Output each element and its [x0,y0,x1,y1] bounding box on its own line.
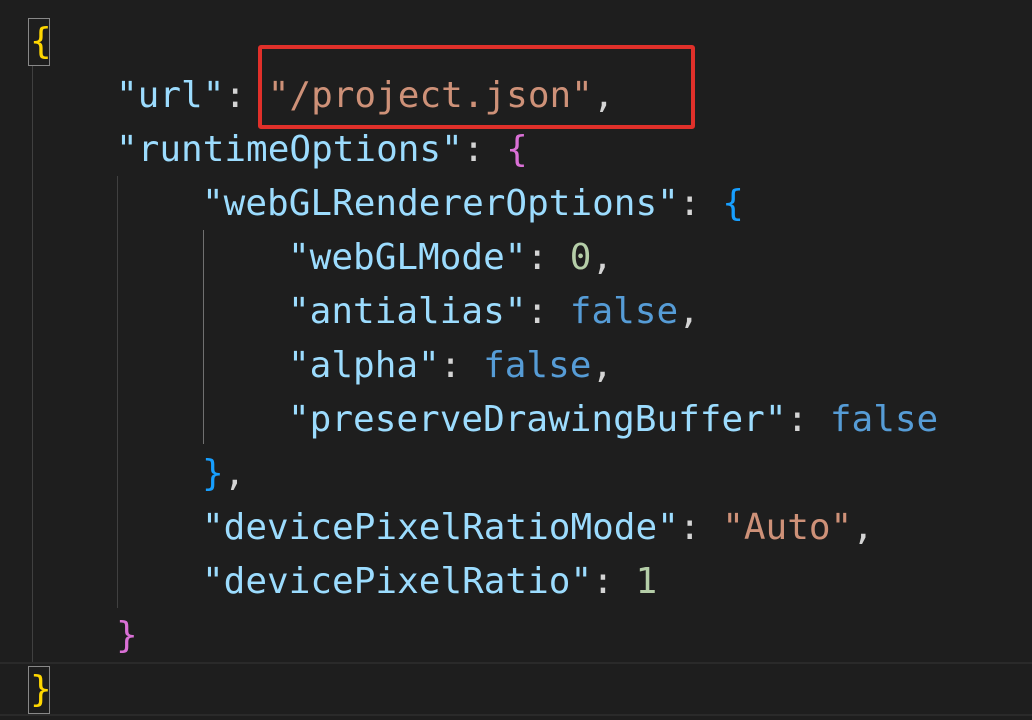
comma: , [591,345,614,386]
code-line-10[interactable]: "devicePixelRatioMode": "Auto", [202,501,874,555]
code-line-9[interactable]: }, [202,447,245,501]
webgl-renderer-options-open-brace: { [722,183,744,224]
runtime-options-open-brace: { [506,129,528,170]
comma: , [852,507,874,548]
preserve-drawing-buffer-key: "preserveDrawingBuffer" [288,399,787,440]
device-pixel-ratio-value: 1 [635,561,658,602]
colon: : [592,561,636,602]
webgl-mode-value: 0 [569,237,592,278]
preserve-drawing-buffer-value: false [829,399,939,440]
current-line-highlight [0,662,1032,716]
code-line-6[interactable]: "antialias": false, [288,285,700,339]
colon: : [678,507,723,548]
webgl-mode-key: "webGLMode" [288,237,527,278]
webgl-renderer-options-key: "webGLRendererOptions" [202,183,679,224]
root-open-brace: { [30,21,52,62]
code-line-5[interactable]: "webGLMode": 0, [288,231,613,285]
runtime-options-key: "runtimeOptions" [116,129,463,170]
colon: : [526,237,570,278]
code-line-8[interactable]: "preserveDrawingBuffer": false [288,393,938,447]
code-line-11[interactable]: "devicePixelRatio": 1 [202,555,657,609]
colon: : [462,129,507,170]
device-pixel-ratio-mode-value: "Auto" [722,507,853,548]
runtime-options-close-brace: } [116,615,138,656]
annotation-highlight-box [258,45,695,129]
root-close-brace: } [30,669,52,710]
code-line-4[interactable]: "webGLRendererOptions": { [202,177,744,231]
colon: : [786,399,830,440]
colon: : [439,345,484,386]
alpha-key: "alpha" [288,345,440,386]
code-editor[interactable]: { "url": "/project.json", "runtimeOption… [0,0,1032,720]
code-line-12[interactable]: } [116,609,138,663]
device-pixel-ratio-mode-key: "devicePixelRatioMode" [202,507,679,548]
code-line-7[interactable]: "alpha": false, [288,339,613,393]
indent-guide-level1 [32,66,33,662]
comma: , [591,237,614,278]
antialias-key: "antialias" [288,291,527,332]
code-line-3[interactable]: "runtimeOptions": { [116,123,528,177]
webgl-renderer-options-close-brace: } [202,453,224,494]
comma: , [223,453,246,494]
comma: , [678,291,700,332]
code-line-1[interactable]: { [30,15,52,69]
indent-guide-level2 [117,176,118,608]
code-line-13[interactable]: } [30,663,52,717]
indent-guide-level3 [203,230,204,444]
url-key: "url" [116,75,225,116]
antialias-value: false [569,291,679,332]
alpha-value: false [483,345,592,386]
colon: : [526,291,570,332]
device-pixel-ratio-key: "devicePixelRatio" [202,561,593,602]
colon: : [678,183,723,224]
